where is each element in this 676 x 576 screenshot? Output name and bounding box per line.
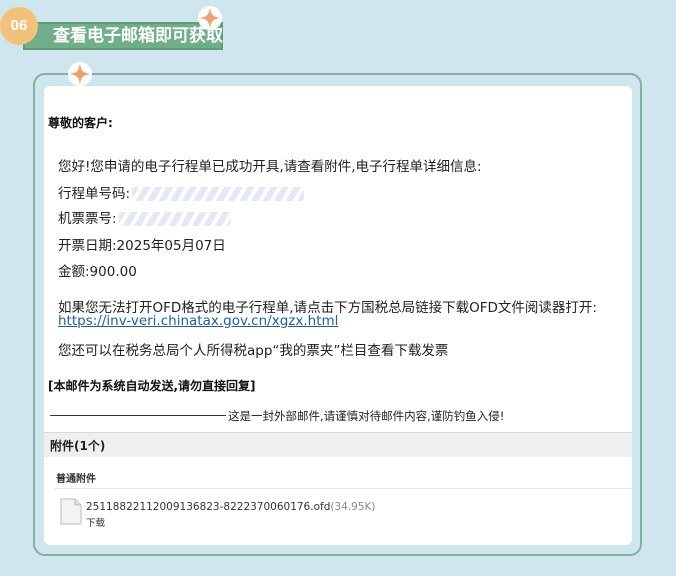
redacted-ticket-number	[118, 212, 231, 226]
divider	[50, 415, 226, 416]
ticket-number-label: 机票票号:	[58, 211, 117, 227]
attachment-file-size: (34.95K)	[330, 501, 376, 513]
attachments-header: 附件(1个)	[44, 432, 632, 457]
step-title-banner: 查看电子邮箱即可获取	[23, 22, 223, 50]
ofd-reader-link[interactable]: https://inv-veri.chinatax.gov.cn/xgzx.ht…	[58, 313, 338, 329]
step-number-badge: 06	[0, 7, 38, 45]
sparkle-icon	[198, 6, 222, 30]
attachment-file-name[interactable]: 25118822112009136823-8222370060176.ofd	[86, 501, 330, 513]
app-notice: 您还可以在税务总局个人所得税app“我的票夹”栏目查看下载发票	[58, 343, 449, 359]
intro-text: 您好!您申请的电子行程单已成功开具,请查看附件,电子行程单详细信息:	[58, 159, 482, 175]
sparkle-icon	[68, 62, 92, 86]
salutation: 尊敬的客户:	[48, 116, 113, 130]
regular-attachments-label: 普通附件	[56, 474, 96, 485]
attachments-title: 附件(1个)	[50, 439, 106, 453]
ofd-reader-link-row: https://inv-veri.chinatax.gov.cn/xgzx.ht…	[58, 313, 338, 329]
external-mail-warning: 这是一封外部邮件,请谨慎对待邮件内容,谨防钓鱼入侵!	[228, 409, 505, 423]
download-link[interactable]: 下载	[86, 515, 105, 529]
ticket-number-row: 机票票号:	[58, 207, 231, 227]
itinerary-number-row: 行程单号码:	[58, 182, 305, 202]
email-body: 尊敬的客户: 您好!您申请的电子行程单已成功开具,请查看附件,电子行程单详细信息…	[44, 86, 632, 545]
itinerary-number-label: 行程单号码:	[58, 186, 131, 202]
amount: 金额:900.00	[58, 264, 137, 280]
issue-date: 开票日期:2025年05月07日	[58, 238, 226, 254]
auto-send-notice: [本邮件为系统自动发送,请勿直接回复]	[48, 379, 256, 393]
redacted-itinerary-number	[132, 187, 305, 201]
attachment-file[interactable]: 25118822112009136823-8222370060176.ofd(3…	[86, 501, 376, 513]
file-icon[interactable]	[60, 498, 82, 525]
divider	[54, 488, 632, 489]
